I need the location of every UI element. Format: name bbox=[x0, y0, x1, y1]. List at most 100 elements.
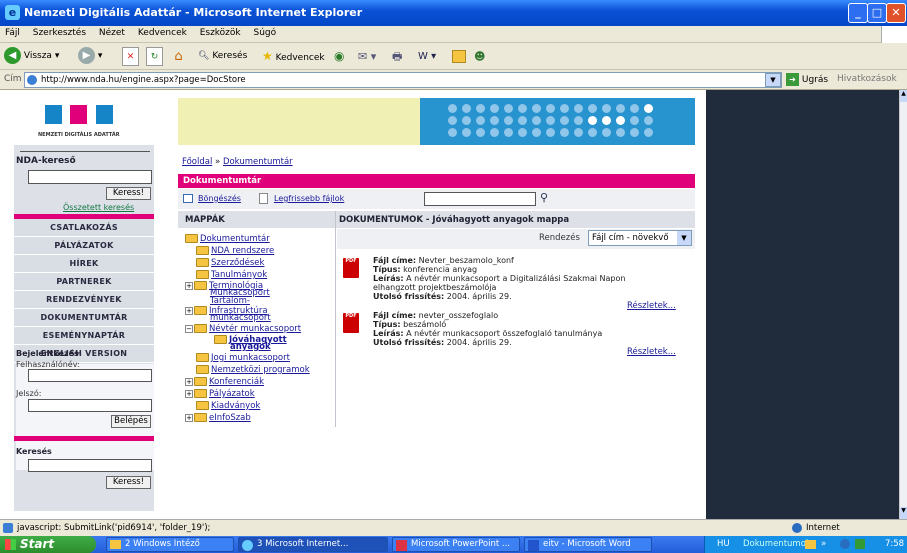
search-label: Keresés bbox=[212, 51, 248, 61]
breadcrumb-separator: » bbox=[215, 157, 221, 167]
advanced-search-link[interactable]: Összetett keresés bbox=[63, 203, 134, 212]
print-icon[interactable]: 🖶︎ bbox=[392, 47, 402, 66]
document-entry: Fájl címe: Nevter_beszamolo_konf Típus: … bbox=[373, 256, 626, 301]
folder-icon bbox=[196, 270, 209, 279]
tree-item-cont[interactable]: munkacsoport bbox=[210, 314, 271, 323]
menu-file[interactable]: Fájl bbox=[0, 26, 25, 40]
task-ie[interactable]: 3 Microsoft Internet... bbox=[238, 537, 388, 552]
nav-esemenynaptar[interactable]: ESEMÉNYNAPTÁR bbox=[14, 327, 154, 345]
menu-help[interactable]: Súgó bbox=[249, 26, 282, 40]
details-link[interactable]: Részletek... bbox=[627, 347, 676, 357]
close-button[interactable]: ✕ bbox=[886, 3, 906, 23]
tree-item[interactable]: Tartalom- bbox=[210, 297, 250, 306]
links-label[interactable]: Hivatkozások bbox=[837, 74, 897, 84]
language-indicator[interactable]: HU bbox=[717, 536, 730, 553]
address-input[interactable]: http://www.nda.hu/engine.aspx?page=DocSt… bbox=[24, 72, 782, 88]
word-icon[interactable]: W ▾ bbox=[418, 47, 436, 66]
breadcrumb-home[interactable]: Főoldal bbox=[182, 157, 212, 167]
task-word[interactable]: eitv - Microsoft Word bbox=[524, 537, 652, 552]
nav-rendezvenyek[interactable]: RENDEZVÉNYEK bbox=[14, 291, 154, 309]
tree-item[interactable]: + Pályázatok bbox=[185, 389, 255, 399]
password-input[interactable] bbox=[28, 399, 152, 412]
login-button[interactable]: Belépés bbox=[111, 415, 151, 428]
home-icon[interactable]: ⌂ bbox=[170, 47, 187, 66]
document-entry: Fájl címe: nevter_osszefoglalo Típus: be… bbox=[373, 311, 603, 347]
network-icon bbox=[840, 539, 850, 549]
tree-item[interactable]: − Névtér munkacsoport bbox=[185, 324, 301, 334]
section-title: Dokumentumtár bbox=[178, 174, 695, 188]
scroll-up-icon[interactable]: ▲ bbox=[900, 90, 907, 102]
nav-hirek[interactable]: HÍREK bbox=[14, 255, 154, 273]
search2-button[interactable]: Keress! bbox=[106, 476, 151, 489]
folder-icon[interactable] bbox=[452, 50, 466, 63]
tree-item[interactable]: Jogi munkacsoport bbox=[196, 353, 290, 363]
banner-dot bbox=[476, 128, 485, 137]
expand-icon[interactable]: + bbox=[185, 389, 193, 398]
nav-dokumentumtar[interactable]: DOKUMENTUMTÁR bbox=[14, 309, 154, 327]
refresh-icon[interactable]: ↻ bbox=[146, 47, 163, 66]
sort-select[interactable]: Fájl cím - növekvő ▼ bbox=[588, 230, 692, 246]
details-link[interactable]: Részletek... bbox=[627, 301, 676, 311]
chevron-right-icon[interactable]: » bbox=[821, 536, 826, 553]
search2-input[interactable] bbox=[28, 459, 152, 472]
tree-item[interactable]: + eInfoSzab bbox=[185, 413, 251, 423]
pdf-icon[interactable]: PDF bbox=[343, 313, 359, 333]
browse-link[interactable]: Böngészés bbox=[198, 194, 241, 203]
address-dropdown-icon[interactable]: ▼ bbox=[765, 73, 781, 87]
tree-item[interactable]: + Konferenciák bbox=[185, 377, 264, 387]
username-input[interactable] bbox=[28, 369, 152, 382]
nda-search-button[interactable]: Keress! bbox=[106, 187, 151, 200]
media-icon[interactable]: ◉ bbox=[334, 47, 344, 66]
expand-icon[interactable]: + bbox=[185, 413, 193, 422]
messenger-icon[interactable]: ☻ bbox=[474, 47, 485, 66]
maximize-button[interactable]: □ bbox=[867, 3, 887, 23]
doc-search-icon[interactable]: ⚲ bbox=[540, 191, 548, 204]
nav-palyazatok[interactable]: PÁLYÁZATOK bbox=[14, 237, 154, 255]
banner-dot bbox=[588, 128, 597, 137]
nav-csatlakozas[interactable]: CSATLAKOZÁS bbox=[14, 219, 154, 237]
taskbar: Start 2 Windows Intéző 3 Microsoft Inter… bbox=[0, 536, 907, 553]
toolbar: ◀ Vissza ▾ ▶ ▾ ✕ ↻ ⌂ 🔍︎ Keresés ★ Kedven… bbox=[0, 43, 907, 70]
task-powerpoint[interactable]: Microsoft PowerPoint ... bbox=[392, 537, 520, 552]
tree-item[interactable]: Tanulmányok bbox=[196, 270, 267, 280]
address-label: Cím bbox=[4, 74, 22, 84]
latest-files-link[interactable]: Legfrissebb fájlok bbox=[274, 194, 344, 203]
mail-icon[interactable]: ✉ ▾ bbox=[358, 47, 376, 66]
banner-dot bbox=[504, 116, 513, 125]
menu-favorites[interactable]: Kedvencek bbox=[133, 26, 192, 40]
nav-partnerek[interactable]: PARTNEREK bbox=[14, 273, 154, 291]
dark-side-panel bbox=[706, 90, 899, 519]
task-explorer[interactable]: 2 Windows Intéző bbox=[106, 537, 234, 552]
stop-icon[interactable]: ✕ bbox=[122, 47, 139, 66]
menu-tools[interactable]: Eszközök bbox=[195, 26, 246, 40]
expand-icon[interactable]: + bbox=[185, 377, 193, 386]
address-bar: Cím http://www.nda.hu/engine.aspx?page=D… bbox=[0, 70, 907, 90]
tree-item[interactable]: Kiadványok bbox=[196, 401, 260, 411]
expand-icon[interactable]: + bbox=[185, 281, 193, 290]
folders-header: MAPPÁK bbox=[185, 215, 225, 225]
minimize-button[interactable]: _ bbox=[848, 3, 868, 23]
expand-icon[interactable]: + bbox=[185, 306, 193, 315]
tree-item-cont[interactable]: anyagok bbox=[230, 343, 271, 352]
go-button[interactable]: ➜ Ugrás bbox=[786, 73, 828, 86]
collapse-icon[interactable]: − bbox=[185, 324, 193, 333]
start-button[interactable]: Start bbox=[0, 536, 96, 553]
forward-button[interactable]: ▶ ▾ bbox=[78, 47, 102, 66]
tree-item[interactable]: NDA rendszere bbox=[196, 246, 274, 256]
tray-toolbar-label[interactable]: Dokumentumok bbox=[743, 536, 811, 553]
back-button[interactable]: ◀ Vissza ▾ bbox=[4, 47, 59, 66]
banner-dot bbox=[644, 116, 653, 125]
menu-edit[interactable]: Szerkesztés bbox=[28, 26, 91, 40]
doc-search-input[interactable] bbox=[424, 192, 536, 206]
search-button[interactable]: 🔍︎ Keresés bbox=[198, 47, 247, 66]
favorites-button[interactable]: ★ Kedvencek bbox=[262, 47, 325, 66]
tree-item[interactable]: Szerződések bbox=[196, 258, 264, 268]
scroll-down-icon[interactable]: ▼ bbox=[900, 507, 907, 519]
pdf-icon[interactable]: PDF bbox=[343, 258, 359, 278]
vertical-scrollbar[interactable]: ▲ ▼ bbox=[899, 90, 907, 519]
menu-view[interactable]: Nézet bbox=[94, 26, 130, 40]
nda-search-input[interactable] bbox=[28, 170, 152, 184]
tree-item[interactable]: Dokumentumtár bbox=[185, 234, 270, 244]
tree-item[interactable]: Nemzetközi programok bbox=[196, 365, 310, 375]
breadcrumb-current[interactable]: Dokumentumtár bbox=[223, 157, 293, 167]
